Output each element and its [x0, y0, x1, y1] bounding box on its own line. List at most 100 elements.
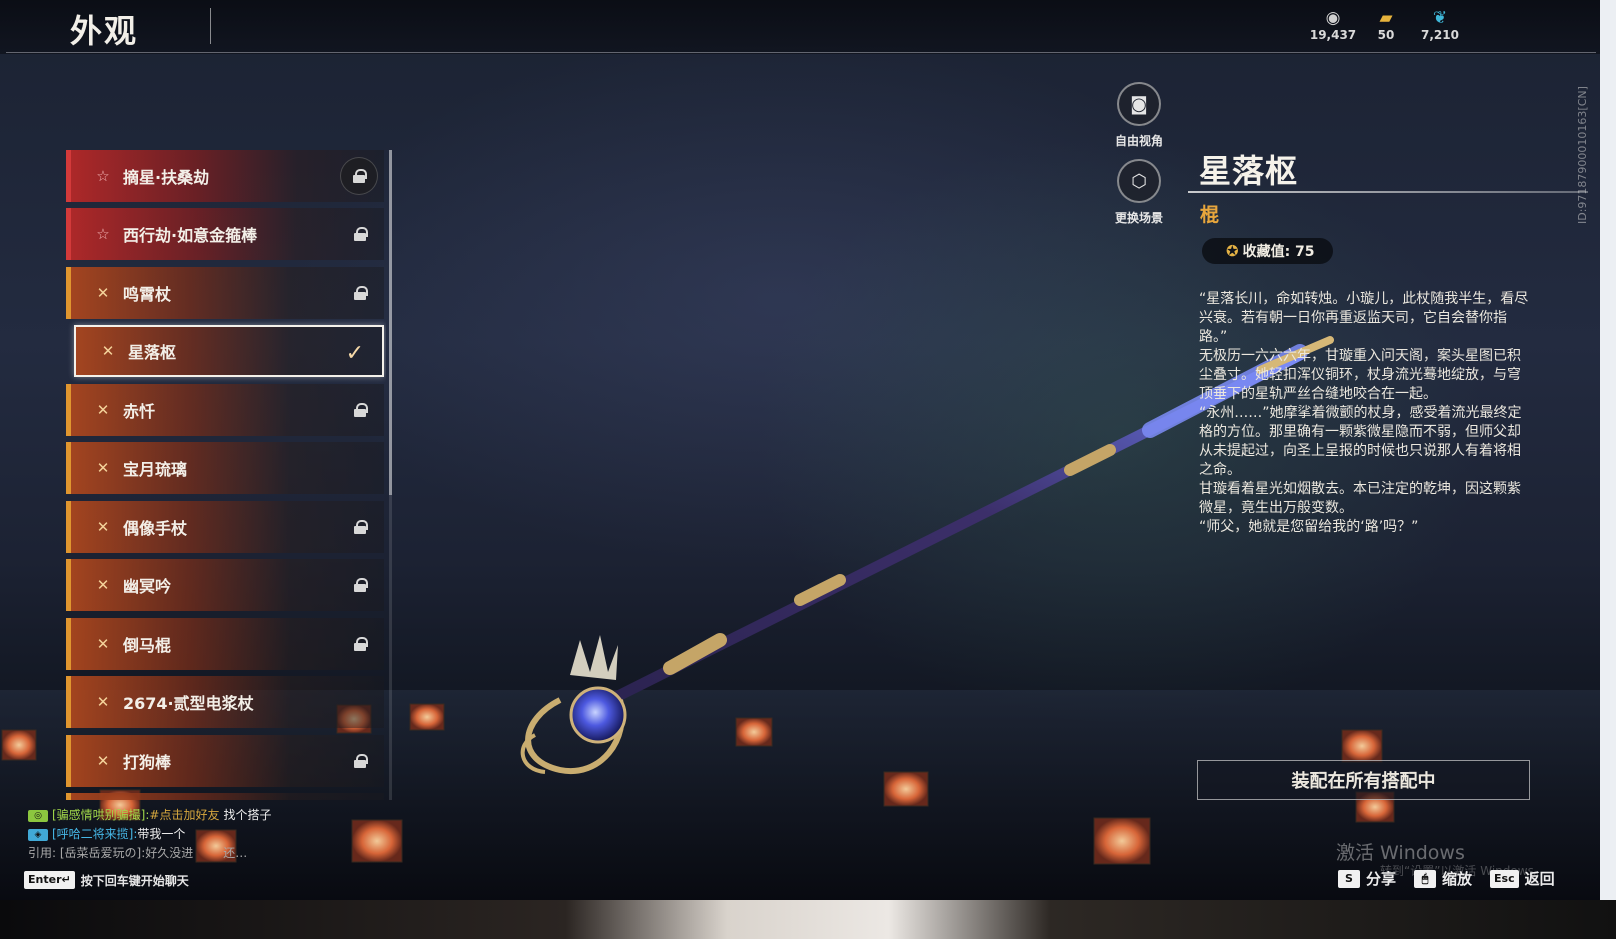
team-channel-icon: ◎: [28, 809, 48, 822]
title-divider: [210, 8, 211, 44]
lore-paragraph: “星落长川，命如转烛。小璇儿，此杖随我半生，看尽兴衰。若有朝一日你再重返监天司，…: [1199, 291, 1529, 345]
lore-paragraph: “师父，她就是您留给我的‘路’吗？”: [1199, 519, 1419, 535]
weapon-item-partial[interactable]: [66, 793, 384, 800]
weapon-item[interactable]: ✕ 倒马棍: [66, 618, 384, 670]
page-title: 外观: [70, 12, 139, 50]
weapon-item-label: 2674·贰型电浆杖: [123, 694, 254, 713]
currency-value: 50: [1377, 28, 1395, 42]
weapon-item-label: 倒马棍: [123, 636, 172, 655]
lore-paragraph: 甘璇看着星光如烟散去。本已注定的乾坤，因这颗紫微星，竟生出万般变数。: [1199, 481, 1521, 516]
share-label: 分享: [1366, 870, 1397, 888]
lock-icon: [354, 637, 368, 651]
cross-ornament-icon: ✕: [96, 752, 110, 770]
esc-key-icon: Esc: [1490, 869, 1519, 888]
lock-icon: [354, 227, 368, 241]
weapon-item[interactable]: ✕ 打狗棒: [66, 735, 384, 787]
currency-coins: ◉ 19,437: [1303, 8, 1363, 42]
lock-icon: [354, 520, 368, 534]
zoom-hotkey[interactable]: 🖱 缩放: [1414, 868, 1472, 889]
chat-text: 找个搭子: [223, 808, 272, 822]
cross-ornament-icon: ✕: [101, 342, 115, 360]
weapon-item[interactable]: ✕ 幽冥吟: [66, 559, 384, 611]
cross-ornament-icon: ✕: [96, 635, 110, 653]
weapon-item[interactable]: ✕ 鸣霄杖: [66, 267, 384, 319]
lore-paragraph: 无极历一六六六年，甘璇重入问天阁，案头星图已积尘叠寸。她轻扣浑仪铜环，杖身流光蓦…: [1199, 348, 1521, 402]
chat-box[interactable]: ◎ [骗感情哄别骗撮]: #点击加好友 找个搭子 ◈ [呼哈二将来揽]: 带我一…: [28, 806, 328, 863]
lock-icon: [354, 754, 368, 768]
weapon-list: ☆ 摘星·扶桑劫 ☆ 西行劫·如意金箍棒 ✕ 鸣霄杖 ✕ 星落枢 ✓ ✕ 赤忏 …: [66, 150, 386, 800]
weapon-item[interactable]: ✕ 2674·贰型电浆杖: [66, 676, 384, 728]
mouse-wheel-icon: 🖱: [1414, 869, 1437, 888]
weapon-item-label: 宝月琉璃: [123, 460, 188, 479]
windows-activation-watermark: 激活 Windows: [1336, 842, 1465, 864]
star-icon: ☆: [96, 167, 110, 185]
change-scene-label: 更换场景: [1114, 211, 1163, 225]
currency-tickets: ▰ 50: [1356, 8, 1416, 42]
collection-value: 收藏值: 75: [1242, 244, 1315, 260]
weapon-item-label: 偶像手杖: [123, 519, 188, 538]
weapon-item[interactable]: ✕ 赤忏: [66, 384, 384, 436]
lock-icon: [354, 286, 368, 300]
currency-value: 7,210: [1421, 28, 1459, 42]
back-hotkey[interactable]: Esc 返回: [1490, 868, 1555, 889]
weapon-item-selected[interactable]: ✕ 星落枢 ✓: [74, 325, 384, 377]
weapon-list-scroll-thumb[interactable]: [389, 150, 392, 495]
lock-icon: [354, 403, 368, 417]
zoom-label: 缩放: [1442, 870, 1473, 888]
scene-cube-icon: ⬡: [1117, 159, 1161, 203]
window-edge: [1600, 0, 1616, 900]
weapon-item[interactable]: ☆ 摘星·扶桑劫: [66, 150, 384, 202]
chat-message: ◎ [骗感情哄别骗撮]: #点击加好友 找个搭子: [28, 806, 328, 825]
weapon-name: 星落枢: [1199, 152, 1299, 190]
cross-ornament-icon: ✕: [96, 284, 110, 302]
cross-ornament-icon: ✕: [96, 693, 110, 711]
lock-icon: [354, 578, 368, 592]
free-view-button[interactable]: ◙ 自由视角: [1106, 82, 1172, 149]
camera-icon: ◙: [1117, 82, 1161, 126]
lock-icon: [353, 169, 367, 183]
enter-key-icon: Enter↵: [24, 871, 75, 889]
checkmark-icon: ✓: [345, 340, 364, 366]
chat-link[interactable]: #点击加好友: [149, 806, 219, 825]
weapon-item-label: 打狗棒: [123, 753, 172, 772]
coin-stack-icon: ◉: [1325, 8, 1341, 28]
chat-quote: 引用: [岳菜岳爱玩の]:好久没进 还…: [28, 844, 328, 863]
chat-text: 带我一个: [137, 827, 186, 841]
weapon-item[interactable]: ✕ 宝月琉璃: [66, 442, 384, 494]
build-id: ID:97187900010163[CN]: [1576, 86, 1589, 224]
cross-ornament-icon: ✕: [96, 401, 110, 419]
change-scene-button[interactable]: ⬡ 更换场景: [1106, 159, 1172, 226]
star-icon: ☆: [96, 225, 110, 243]
world-channel-icon: ◈: [28, 828, 48, 841]
weapon-lore: “星落长川，命如转烛。小璇儿，此杖随我半生，看尽兴衰。若有朝一日你再重返监天司，…: [1199, 290, 1531, 537]
cross-ornament-icon: ✕: [96, 518, 110, 536]
weapon-item-label: 摘星·扶桑劫: [123, 168, 210, 187]
weapon-item-label: 鸣霄杖: [123, 285, 172, 304]
character-preview-strip: [0, 900, 1616, 939]
cross-ornament-icon: ✕: [96, 459, 110, 477]
weapon-item[interactable]: ☆ 西行劫·如意金箍棒: [66, 208, 384, 260]
chat-enter-hint[interactable]: Enter↵ 按下回车键开始聊天: [24, 871, 189, 889]
free-view-label: 自由视角: [1114, 134, 1163, 148]
s-key-icon: S: [1338, 869, 1360, 888]
weapon-type: 棍: [1200, 204, 1220, 226]
ticket-icon: ▰: [1379, 8, 1393, 28]
weapon-item[interactable]: ✕ 偶像手杖: [66, 501, 384, 553]
share-hotkey[interactable]: S 分享: [1338, 868, 1396, 889]
weapon-item-label: 赤忏: [123, 402, 156, 421]
lore-paragraph: “永州……”她摩挲着微颤的杖身，感受着流光最终定格的方位。那里确有一颗紫微星隐而…: [1199, 405, 1522, 478]
weapon-item-label: 星落枢: [128, 343, 177, 362]
chat-message: ◈ [呼哈二将来揽]: 带我一个: [28, 825, 328, 844]
cross-ornament-icon: ✕: [96, 576, 110, 594]
equip-all-outfits-button[interactable]: 装配在所有搭配中: [1197, 760, 1530, 800]
collection-icon: ✪: [1226, 242, 1239, 260]
weapon-item-label: 幽冥吟: [123, 577, 172, 596]
back-label: 返回: [1524, 870, 1555, 888]
currency-value: 19,437: [1309, 28, 1357, 42]
chat-quote-tail: 还…: [223, 846, 248, 860]
collection-value-badge: ✪ 收藏值: 75: [1202, 238, 1333, 264]
currency-feathers: ❦ 7,210: [1410, 8, 1470, 42]
chat-sender[interactable]: [骗感情哄别骗撮]:: [52, 806, 149, 825]
weapon-name-underline: [1188, 191, 1588, 193]
chat-sender[interactable]: [呼哈二将来揽]:: [52, 825, 137, 844]
